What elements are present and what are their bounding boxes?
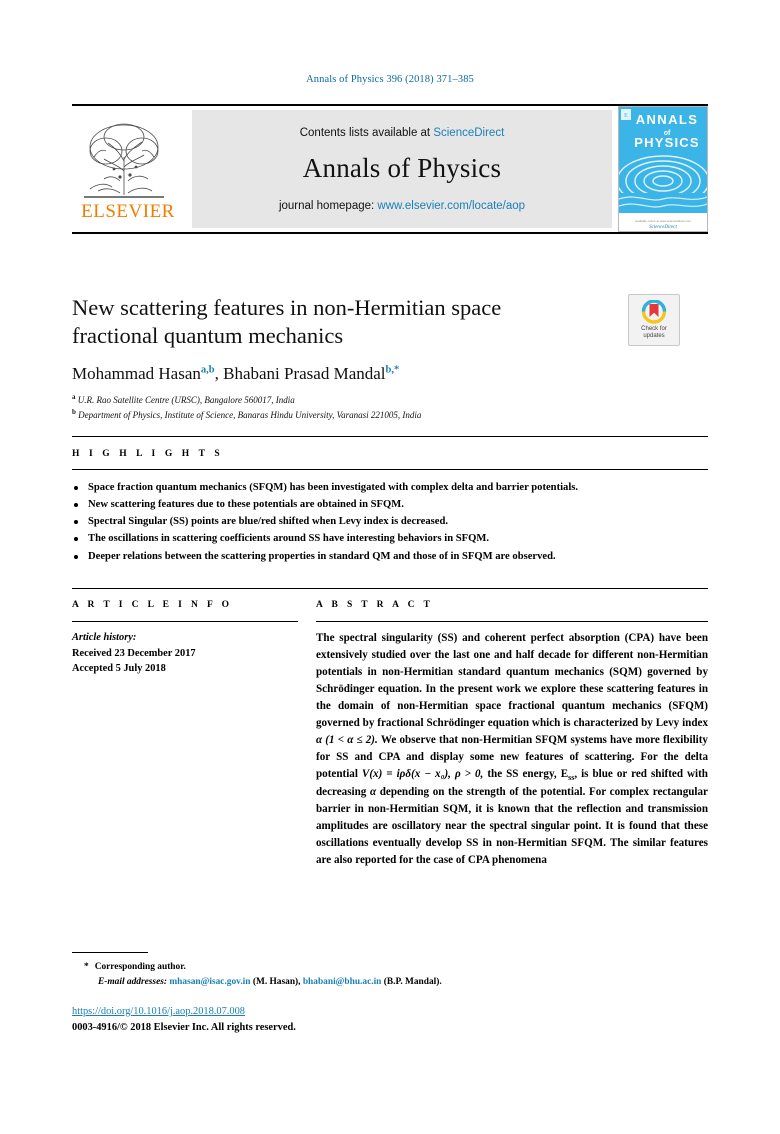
svg-text:E: E xyxy=(624,113,628,119)
journal-homepage-link[interactable]: www.elsevier.com/locate/aop xyxy=(377,200,525,212)
contents-available-line: Contents lists available at ScienceDirec… xyxy=(300,127,505,139)
abstract-column: A B S T R A C T The spectral singularity… xyxy=(316,600,708,869)
contents-prefix: Contents lists available at xyxy=(299,126,434,139)
corresponding-author-star: * xyxy=(84,962,89,972)
article-first-page: Annals of Physics 396 (2018) 371–385 ELS… xyxy=(0,0,780,1134)
svg-text:available online at www.scienc: available online at www.sciencedirect.co… xyxy=(635,219,692,223)
list-item: Space fraction quantum mechanics (SFQM) … xyxy=(72,479,708,496)
highlights-list: Space fraction quantum mechanics (SFQM) … xyxy=(72,479,708,565)
abstract-part-3: the SS energy, xyxy=(483,767,561,780)
journal-masthead: ELSEVIER Contents lists available at Sci… xyxy=(72,104,708,234)
abstract-delta-potential-formula: V(x) = iρδ(x − x₀), ρ > 0, xyxy=(361,767,484,780)
author-separator: , xyxy=(214,363,224,383)
title-block: New scattering features in non-Hermitian… xyxy=(72,294,708,423)
abstract-paragraph: The spectral singularity (SS) and cohere… xyxy=(316,630,708,869)
footnote-rule xyxy=(72,952,148,953)
author-name-2: Bhabani Prasad Mandal xyxy=(223,363,386,383)
abstract-energy-symbol: E xyxy=(560,767,569,780)
author-list: Mohammad Hasana,b, Bhabani Prasad Mandal… xyxy=(72,364,708,384)
affiliation-list: a U.R. Rao Satellite Centre (URSC), Bang… xyxy=(72,392,708,423)
crossmark-label: Check for updates xyxy=(641,326,667,340)
article-accepted-date: Accepted 5 July 2018 xyxy=(72,663,166,675)
article-info-heading: A R T I C L E I N F O xyxy=(72,600,233,610)
svg-text:PHYSICS: PHYSICS xyxy=(634,135,699,150)
article-info-column: A R T I C L E I N F O Article history: R… xyxy=(72,600,298,869)
affiliation-b-text: Department of Physics, Institute of Scie… xyxy=(78,410,422,421)
copyright-line: 0003-4916/© 2018 Elsevier Inc. All right… xyxy=(72,1021,296,1033)
footnotes-section: * Corresponding author. E-mail addresses:… xyxy=(72,952,708,989)
abstract-heading: A B S T R A C T xyxy=(316,600,434,610)
list-item: Spectral Singular (SS) points are blue/r… xyxy=(72,513,708,530)
affiliation-b-mark: b xyxy=(72,408,76,417)
abstract-alpha-range: (1 < α ≤ 2). xyxy=(322,733,381,746)
affiliation-b: b Department of Physics, Institute of Sc… xyxy=(72,407,708,423)
email-link-mandal[interactable]: bhabani@bhu.ac.in xyxy=(303,977,382,987)
article-info-rule xyxy=(72,621,298,622)
article-history-label: Article history: xyxy=(72,632,137,643)
affiliation-a-mark: a xyxy=(72,392,76,401)
svg-text:ANNALS: ANNALS xyxy=(636,112,699,127)
running-head: Annals of Physics 396 (2018) 371–385 xyxy=(306,74,474,85)
email-owner-hasan: (M. Hasan), xyxy=(252,976,301,987)
abstract-body: The spectral singularity (SS) and cohere… xyxy=(316,630,708,869)
contents-box: Contents lists available at ScienceDirec… xyxy=(192,110,612,228)
article-received-date: Received 23 December 2017 xyxy=(72,647,196,659)
journal-cover-art: E ANNALS of PHYSICS available online at … xyxy=(619,107,707,231)
highlights-divider-rule xyxy=(72,469,708,470)
list-item: The oscillations in scattering coefficie… xyxy=(72,530,708,547)
elsevier-logo: ELSEVIER xyxy=(72,117,180,221)
highlights-section: H I G H L I G H T S Space fraction quant… xyxy=(72,436,708,565)
info-top-rule xyxy=(72,588,708,589)
corresponding-author-text: Corresponding author. xyxy=(94,962,186,972)
crossmark-badge[interactable]: Check for updates xyxy=(628,294,680,346)
abstract-rule xyxy=(316,621,708,622)
sciencedirect-link[interactable]: ScienceDirect xyxy=(433,127,504,139)
article-title: New scattering features in non-Hermitian… xyxy=(72,295,502,348)
journal-cover-thumbnail[interactable]: E ANNALS of PHYSICS available online at … xyxy=(618,106,708,232)
abstract-part-1: The spectral singularity (SS) and cohere… xyxy=(316,632,708,729)
email-addresses-note: E-mail addresses: mhasan@isac.gov.in (M.… xyxy=(72,975,708,990)
journal-title: Annals of Physics xyxy=(302,152,502,183)
highlights-top-rule xyxy=(72,436,708,437)
corresponding-author-note: * Corresponding author. xyxy=(72,960,708,975)
email-addresses-label: E-mail addresses: xyxy=(98,976,168,987)
crossmark-label-line2: updates xyxy=(643,333,665,339)
svg-text:ScienceDirect: ScienceDirect xyxy=(649,225,677,230)
elsevier-wordmark: ELSEVIER xyxy=(81,201,175,222)
affiliation-a: a U.R. Rao Satellite Centre (URSC), Bang… xyxy=(72,392,708,408)
highlights-heading: H I G H L I G H T S xyxy=(72,449,224,459)
author-name-1: Mohammad Hasan xyxy=(72,363,201,383)
list-item: New scattering features due to these pot… xyxy=(72,496,708,513)
doi-link[interactable]: https://doi.org/10.1016/j.aop.2018.07.00… xyxy=(72,1004,708,1020)
crossmark-icon xyxy=(641,300,667,324)
info-abstract-section: A R T I C L E I N F O Article history: R… xyxy=(72,588,708,869)
elsevier-tree-icon xyxy=(84,123,164,198)
crossmark-label-line1: Check for xyxy=(641,326,667,333)
email-link-hasan[interactable]: mhasan@isac.gov.in xyxy=(169,977,250,987)
journal-homepage-line: journal homepage: www.elsevier.com/locat… xyxy=(279,200,525,212)
affiliation-a-text: U.R. Rao Satellite Centre (URSC), Bangal… xyxy=(77,394,295,405)
author-2-affiliation-marks: b,* xyxy=(385,364,400,376)
publication-footer: https://doi.org/10.1016/j.aop.2018.07.00… xyxy=(72,1004,708,1035)
author-1-affiliation-marks: a,b xyxy=(200,364,215,376)
email-owner-mandal: (B.P. Mandal). xyxy=(383,976,442,987)
homepage-prefix: journal homepage: xyxy=(278,199,378,212)
list-item: Deeper relations between the scattering … xyxy=(72,548,708,565)
